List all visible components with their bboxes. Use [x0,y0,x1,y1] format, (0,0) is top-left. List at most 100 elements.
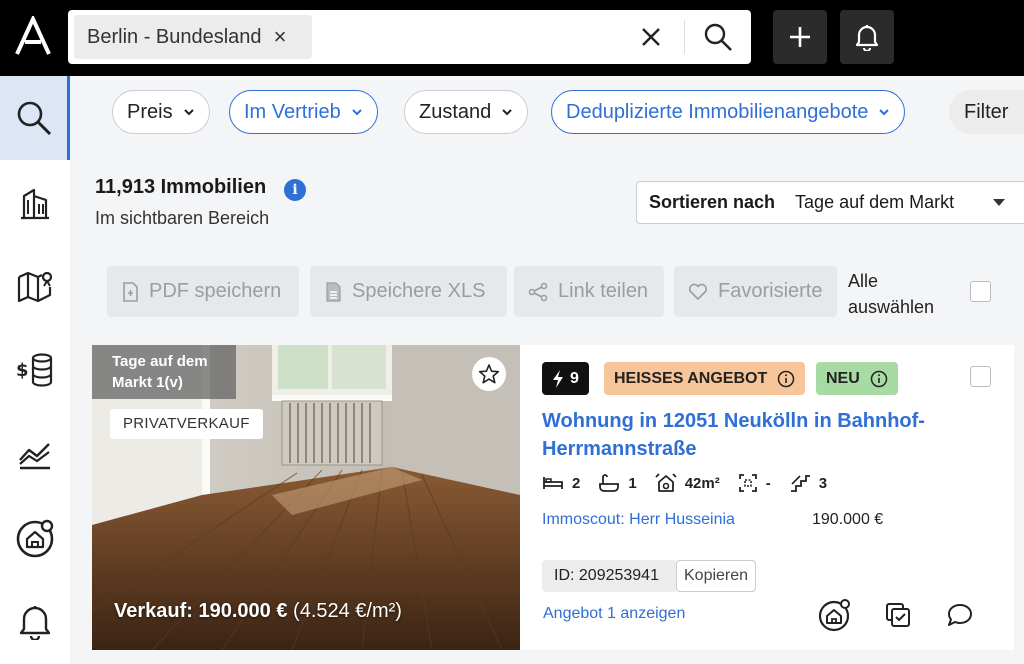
chip-remove-icon[interactable]: × [274,26,287,48]
favorites-button[interactable]: Favorisierte [674,266,837,317]
score-value: 9 [570,369,579,387]
info-icon[interactable] [777,370,795,388]
sidebar-item-buildings[interactable] [0,160,70,244]
divider [684,20,685,54]
hot-deal-badge: HEISSES ANGEBOT [604,362,806,395]
share-icon [528,282,548,301]
score-badge: 9 [542,362,589,395]
filter-deduplicated[interactable]: Deduplizierte Immobilienangebote [551,90,906,134]
listing-id: ID: 209253941 [542,560,678,592]
photo-price: Verkauf: 190.000 € (4.524 €/m²) [114,600,402,623]
location-chip-label: Berlin - Bundesland [87,25,262,48]
search-icon[interactable] [702,21,734,53]
search-bar: Berlin - Bundesland × [68,10,751,64]
listing-facts: 2 1 42m² - 3 [542,472,845,494]
provider-link[interactable]: Immoscout: Herr Husseinia [542,511,735,529]
filter-condition-label: Zustand [419,100,492,123]
money-stack-icon: $ [16,353,53,387]
chevron-down-icon [879,109,890,116]
floor-value: 3 [818,474,828,492]
plot-area-icon [738,474,757,492]
filter-status[interactable]: Im Vertrieb [229,90,378,134]
sidebar-item-search[interactable] [0,76,70,160]
plus-icon [790,27,810,47]
fact-plot: - [738,473,771,493]
favorites-label: Favorisierte [718,280,823,302]
logo-icon[interactable] [14,14,52,56]
photo-price-main: Verkauf: 190.000 € [114,600,288,622]
home-target-icon [818,599,850,632]
listing-price: 190.000 € [812,511,884,528]
filter-price-label: Preis [127,100,173,123]
info-icon[interactable]: i [284,179,306,201]
chevron-down-icon [183,109,194,116]
star-icon [478,364,500,384]
hot-deal-label: HEISSES ANGEBOT [614,369,768,387]
filter-more[interactable]: Filter [949,90,1024,134]
compare-button[interactable] [880,597,916,633]
fact-bedrooms: 2 [542,475,580,492]
bathtub-icon [599,474,620,492]
show-offer-link[interactable]: Angebot 1 anzeigen [543,605,685,623]
close-icon[interactable] [636,22,666,52]
heart-icon [688,283,708,300]
area-size-icon [655,473,677,492]
filter-deduplicated-label: Deduplizierte Immobilienangebote [566,100,869,123]
fact-size: 42m² [655,472,720,494]
save-pdf-button[interactable]: PDF speichern [107,266,299,317]
size-value: 42m² [684,474,720,492]
property-search-button[interactable] [817,597,853,633]
plot-value: - [765,474,771,492]
sidebar-item-alerts[interactable] [0,580,70,664]
photo-price-sqm: (4.524 €/m²) [293,600,402,622]
sidebar: $ [0,76,70,664]
sort-dropdown[interactable]: Sortieren nach Tage auf dem Markt [636,181,1024,224]
copy-check-icon [886,603,910,627]
listing-title[interactable]: Wohnung in 12051 Neukölln in Bahnhof-Her… [542,407,962,463]
notifications-button[interactable] [840,10,894,64]
bathrooms-value: 1 [628,474,637,492]
sort-label: Sortieren nach [649,192,776,212]
sidebar-item-property-search[interactable] [0,496,70,580]
filter-condition[interactable]: Zustand [404,90,529,134]
chevron-down-icon [351,109,362,116]
location-chip[interactable]: Berlin - Bundesland × [74,15,312,59]
chart-icon [19,443,50,470]
filter-price[interactable]: Preis [112,90,210,134]
message-button[interactable] [942,597,978,633]
top-bar: Berlin - Bundesland × [0,0,1024,76]
file-xls-icon [326,281,341,302]
svg-text:$: $ [16,360,29,381]
new-label: NEU [826,369,860,387]
results-area: Im sichtbaren Bereich [95,208,270,228]
sidebar-item-analytics[interactable] [0,412,70,496]
stairs-icon [790,475,810,492]
days-on-market-badge: Tage auf dem Markt 1(v) [92,345,236,399]
share-link-label: Link teilen [558,280,649,302]
home-target-icon [16,519,54,558]
filter-bar: Preis Im Vertrieb Zustand Deduplizierte … [70,76,1024,148]
select-all-checkbox[interactable] [970,281,991,302]
save-xls-label: Speichere XLS [352,280,486,302]
results-count: 11,913 Immobilien [95,176,267,198]
save-xls-button[interactable]: Speichere XLS [310,266,507,317]
chat-bubble-icon [948,604,972,626]
buildings-icon [21,188,49,220]
fact-floor: 3 [789,473,827,493]
save-pdf-label: PDF speichern [149,280,282,302]
sale-type-badge: PRIVATVERKAUF [110,409,263,439]
listing-card[interactable]: Tage auf dem Markt 1(v) PRIVATVERKAUF Ve… [92,345,1014,650]
info-icon[interactable] [870,370,888,388]
listing-checkbox[interactable] [970,366,991,387]
map-icon [17,271,53,303]
listing-photo[interactable]: Tage auf dem Markt 1(v) PRIVATVERKAUF Ve… [92,345,520,650]
fact-bathrooms: 1 [598,473,637,493]
favorite-star-button[interactable] [472,357,506,391]
add-button[interactable] [773,10,827,64]
sidebar-item-map[interactable] [0,244,70,328]
sidebar-item-finance[interactable]: $ [0,328,70,412]
chevron-down-icon [502,109,512,116]
bell-icon [855,25,879,51]
share-link-button[interactable]: Link teilen [514,266,664,317]
copy-id-button[interactable]: Kopieren [676,560,757,592]
